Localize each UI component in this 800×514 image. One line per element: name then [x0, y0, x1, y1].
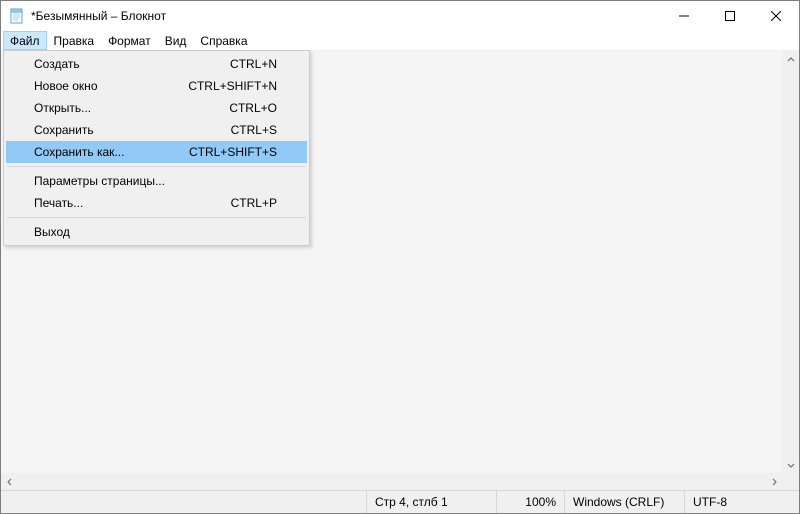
menu-item-label: Выход: [34, 225, 277, 239]
menu-format[interactable]: Формат: [101, 31, 158, 50]
menu-help[interactable]: Справка: [193, 31, 254, 50]
titlebar: *Безымянный – Блокнот: [1, 1, 799, 31]
menu-item-label: Печать...: [34, 196, 231, 210]
menu-item-label: Сохранить: [34, 123, 231, 137]
menu-item-exit[interactable]: Выход: [6, 221, 307, 243]
status-spacer: [1, 491, 366, 513]
file-dropdown: Создать CTRL+N Новое окно CTRL+SHIFT+N О…: [3, 50, 310, 246]
menu-separator: [7, 166, 306, 167]
status-zoom: 100%: [496, 491, 564, 513]
status-line-ending-text: Windows (CRLF): [573, 495, 664, 509]
menu-separator: [7, 217, 306, 218]
minimize-button[interactable]: [661, 1, 707, 31]
menu-item-label: Открыть...: [34, 101, 229, 115]
menu-item-save-as[interactable]: Сохранить как... CTRL+SHIFT+S: [6, 141, 307, 163]
statusbar: Стр 4, стлб 1 100% Windows (CRLF) UTF-8: [1, 490, 799, 513]
menubar: Файл Правка Формат Вид Справка: [1, 31, 799, 51]
menu-item-new[interactable]: Создать CTRL+N: [6, 53, 307, 75]
menu-view[interactable]: Вид: [158, 31, 194, 50]
menu-item-page-setup[interactable]: Параметры страницы...: [6, 170, 307, 192]
menu-label: Файл: [10, 34, 40, 48]
menu-item-label: Параметры страницы...: [34, 174, 277, 188]
menu-item-shortcut: CTRL+SHIFT+N: [188, 79, 277, 93]
menu-edit[interactable]: Правка: [47, 31, 102, 50]
menu-item-save[interactable]: Сохранить CTRL+S: [6, 119, 307, 141]
scroll-up-arrow-icon[interactable]: [782, 51, 799, 68]
menu-label: Вид: [165, 34, 187, 48]
menu-item-label: Сохранить как...: [34, 145, 189, 159]
menu-item-print[interactable]: Печать... CTRL+P: [6, 192, 307, 214]
menu-item-shortcut: CTRL+S: [231, 123, 277, 137]
app-icon: [9, 8, 25, 24]
menu-item-shortcut: CTRL+O: [229, 101, 277, 115]
menu-item-label: Создать: [34, 57, 230, 71]
scroll-down-arrow-icon[interactable]: [782, 456, 799, 473]
status-encoding: UTF-8: [684, 491, 799, 513]
close-button[interactable]: [753, 1, 799, 31]
menu-item-shortcut: CTRL+SHIFT+S: [189, 145, 277, 159]
menu-item-shortcut: CTRL+N: [230, 57, 277, 71]
menu-label: Формат: [108, 34, 151, 48]
status-position-text: Стр 4, стлб 1: [375, 495, 448, 509]
status-encoding-text: UTF-8: [693, 495, 727, 509]
menu-item-new-window[interactable]: Новое окно CTRL+SHIFT+N: [6, 75, 307, 97]
maximize-button[interactable]: [707, 1, 753, 31]
menu-item-label: Новое окно: [34, 79, 188, 93]
menu-item-shortcut: CTRL+P: [231, 196, 277, 210]
horizontal-scroll-track[interactable]: [18, 473, 765, 490]
vertical-scrollbar[interactable]: [782, 51, 799, 473]
status-position: Стр 4, стлб 1: [366, 491, 496, 513]
scroll-left-arrow-icon[interactable]: [1, 473, 18, 490]
window-title: *Безымянный – Блокнот: [31, 9, 166, 23]
status-zoom-text: 100%: [525, 495, 556, 509]
scroll-corner: [782, 473, 799, 490]
vertical-scroll-track[interactable]: [782, 68, 799, 456]
horizontal-scrollbar[interactable]: [1, 473, 782, 490]
scroll-right-arrow-icon[interactable]: [765, 473, 782, 490]
menu-label: Справка: [200, 34, 247, 48]
menu-file[interactable]: Файл: [3, 31, 47, 50]
status-line-ending: Windows (CRLF): [564, 491, 684, 513]
menu-item-open[interactable]: Открыть... CTRL+O: [6, 97, 307, 119]
menu-label: Правка: [54, 34, 95, 48]
